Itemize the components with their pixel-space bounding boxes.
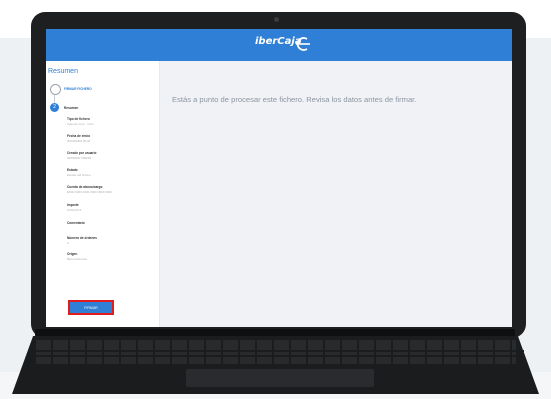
- step-2-label: Resumen: [64, 106, 79, 110]
- main-content: Estás a punto de procesar este fichero. …: [160, 61, 512, 327]
- brand-logo-icon: [296, 37, 310, 51]
- keyboard-key-rows: [28, 347, 524, 359]
- field-key: Comentario: [67, 221, 85, 225]
- field-key: Tipo de fichero: [67, 117, 90, 121]
- field-key: Importe: [67, 203, 79, 207]
- step-connector: [54, 95, 55, 103]
- step-1-indicator: [50, 84, 61, 95]
- laptop-hinge: [35, 329, 515, 337]
- field-value: 00/00/0000 00:00: [67, 139, 91, 143]
- field-value: Banca Remota: [67, 257, 87, 261]
- camera: [274, 17, 279, 22]
- laptop-lid: iberCaja Resumen FIRMAR FICHERO 2 Resume…: [31, 12, 526, 338]
- sidebar-title: Resumen: [48, 68, 78, 75]
- field-value: Estado del fichero: [67, 173, 92, 177]
- field-value: 0: [67, 241, 69, 245]
- field-value: Adeudo Core · Core: [67, 122, 94, 126]
- field-key: Cuenta de abono/cargo: [67, 185, 103, 189]
- field-key: Número de órdenes: [67, 236, 97, 240]
- field-key: Estado: [67, 168, 78, 172]
- trackpad: [186, 369, 374, 387]
- app-header: iberCaja: [46, 29, 512, 61]
- summary-sidebar: Resumen FIRMAR FICHERO 2 Resumen Tipo de…: [46, 61, 160, 327]
- field-value: 00000000 000000: [67, 156, 92, 160]
- field-key: Fecha de envío: [67, 134, 91, 138]
- screen: iberCaja Resumen FIRMAR FICHERO 2 Resume…: [46, 29, 512, 327]
- highlight-box: [68, 300, 114, 315]
- field-key: Origen: [67, 252, 78, 256]
- step-1-label: FIRMAR FICHERO: [64, 87, 92, 91]
- field-value: 0.000,00 €: [67, 208, 82, 212]
- field-value: ES00 0000 0000 0000 0000 0000: [67, 190, 112, 194]
- step-2-indicator: 2: [50, 103, 59, 112]
- field-key: Creado por usuario: [67, 151, 97, 155]
- info-message: Estás a punto de procesar este fichero. …: [172, 95, 417, 104]
